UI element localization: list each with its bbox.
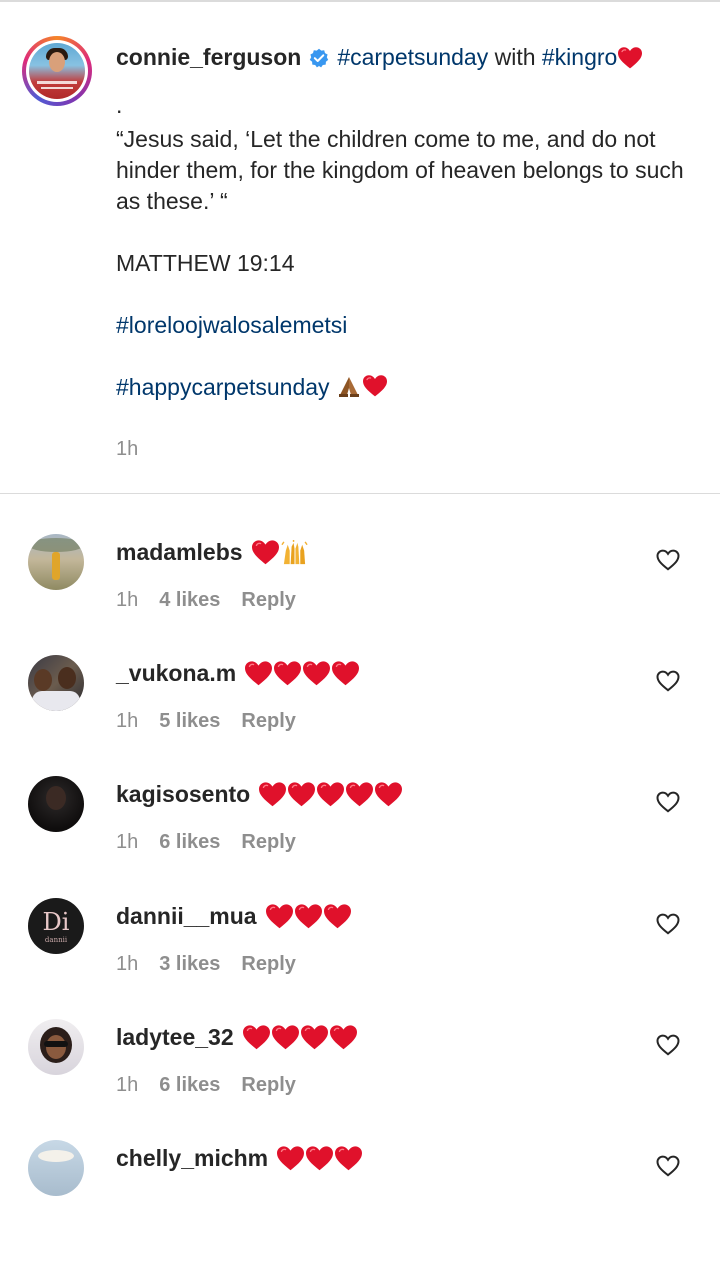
reply-button[interactable]: Reply xyxy=(241,953,295,976)
folded-hands-emoji-icon xyxy=(338,377,359,397)
verified-badge-icon xyxy=(310,48,329,67)
red-heart-emoji-icon xyxy=(271,1024,300,1051)
comment-item: _vukona.m 1h 5 likes Reply xyxy=(0,655,720,776)
red-heart-emoji-icon xyxy=(316,781,345,808)
avatar[interactable] xyxy=(28,655,84,711)
reply-button[interactable]: Reply xyxy=(241,589,295,612)
red-heart-emoji-icon xyxy=(244,660,273,687)
heart-outline-icon[interactable] xyxy=(656,549,680,571)
caption-text: connie_ferguson #carpetsunday with #king… xyxy=(116,42,696,403)
comment-username[interactable]: madamlebs xyxy=(116,539,243,566)
heart-outline-icon[interactable] xyxy=(656,1034,680,1056)
heart-outline-icon[interactable] xyxy=(656,791,680,813)
post-caption: connie_ferguson #carpetsunday with #king… xyxy=(0,0,720,494)
comment-likes[interactable]: 5 likes xyxy=(159,710,220,733)
red-heart-emoji-icon xyxy=(362,374,388,398)
author-avatar[interactable] xyxy=(22,36,92,106)
red-heart-emoji-icon xyxy=(251,539,280,566)
caption-with: with xyxy=(488,44,542,70)
comment-likes[interactable]: 3 likes xyxy=(159,953,220,976)
red-heart-emoji-icon xyxy=(258,781,287,808)
red-heart-emoji-icon xyxy=(287,781,316,808)
comment-item: kagisosento 1h 6 likes Reply xyxy=(0,776,720,897)
caption-reference: MATTHEW 19:14 xyxy=(116,250,295,276)
red-heart-emoji-icon xyxy=(273,660,302,687)
red-heart-emoji-icon xyxy=(302,660,331,687)
comment-item: chelly_michm xyxy=(0,1140,720,1261)
comment-likes[interactable]: 4 likes xyxy=(159,589,220,612)
hashtag-link[interactable]: #happycarpetsunday xyxy=(116,374,330,400)
comment-item: Di dannii dannii__mua 1h 3 likes Reply xyxy=(0,898,720,1019)
comment-emojis xyxy=(276,1145,363,1172)
comment-username[interactable]: dannii__mua xyxy=(116,903,257,930)
comment-emojis xyxy=(251,539,309,566)
comment-timestamp: 1h xyxy=(116,589,139,611)
comment-timestamp: 1h xyxy=(116,710,139,732)
comment-likes[interactable]: 6 likes xyxy=(159,1074,220,1097)
avatar-logo-text: Di xyxy=(42,908,70,936)
red-heart-emoji-icon xyxy=(331,660,360,687)
red-heart-emoji-icon xyxy=(294,903,323,930)
comment-likes[interactable]: 6 likes xyxy=(159,831,220,854)
reply-button[interactable]: Reply xyxy=(241,710,295,733)
hashtag-link[interactable]: #loreloojwalosalemetsi xyxy=(116,312,347,338)
comment-username[interactable]: chelly_michm xyxy=(116,1145,268,1172)
comment-emojis xyxy=(244,660,360,687)
red-heart-emoji-icon xyxy=(374,781,403,808)
heart-outline-icon[interactable] xyxy=(656,1155,680,1177)
red-heart-emoji-icon xyxy=(305,1145,334,1172)
raising-hands-emoji-icon xyxy=(280,539,308,564)
author-username[interactable]: connie_ferguson xyxy=(116,42,301,73)
avatar[interactable] xyxy=(28,534,84,590)
avatar[interactable] xyxy=(28,1019,84,1075)
hashtag-link[interactable]: #kingro xyxy=(542,42,617,73)
comment-username[interactable]: ladytee_32 xyxy=(116,1024,234,1051)
comment-item: madamlebs 1h 4 likes Reply xyxy=(0,534,720,655)
comment-username[interactable]: _vukona.m xyxy=(116,660,236,687)
comment-timestamp: 1h xyxy=(116,953,139,975)
red-heart-emoji-icon xyxy=(276,1145,305,1172)
red-heart-emoji-icon xyxy=(329,1024,358,1051)
caption-dot: . xyxy=(116,92,123,118)
red-heart-emoji-icon xyxy=(300,1024,329,1051)
comment-emojis xyxy=(258,781,403,808)
caption-timestamp: 1h xyxy=(116,438,139,460)
avatar[interactable]: Di dannii xyxy=(28,898,84,954)
hashtag-link[interactable]: #carpetsunday xyxy=(337,42,488,73)
red-heart-emoji-icon xyxy=(334,1145,363,1172)
comment-timestamp: 1h xyxy=(116,831,139,853)
caption-quote: “Jesus said, ‘Let the children come to m… xyxy=(116,126,684,214)
avatar[interactable] xyxy=(28,776,84,832)
red-heart-emoji-icon xyxy=(265,903,294,930)
red-heart-emoji-icon xyxy=(323,903,352,930)
heart-outline-icon[interactable] xyxy=(656,670,680,692)
heart-outline-icon[interactable] xyxy=(656,913,680,935)
comment-emojis xyxy=(265,903,352,930)
red-heart-emoji-icon xyxy=(345,781,374,808)
comment-emojis xyxy=(242,1024,358,1051)
avatar[interactable] xyxy=(28,1140,84,1196)
comment-username[interactable]: kagisosento xyxy=(116,781,250,808)
comment-timestamp: 1h xyxy=(116,1074,139,1096)
reply-button[interactable]: Reply xyxy=(241,1074,295,1097)
red-heart-emoji-icon xyxy=(242,1024,271,1051)
comment-item: ladytee_32 1h 6 likes Reply xyxy=(0,1019,720,1140)
caption-divider xyxy=(0,493,720,494)
reply-button[interactable]: Reply xyxy=(241,831,295,854)
red-heart-emoji-icon xyxy=(617,46,643,70)
avatar-logo-subtext: dannii xyxy=(44,936,68,944)
